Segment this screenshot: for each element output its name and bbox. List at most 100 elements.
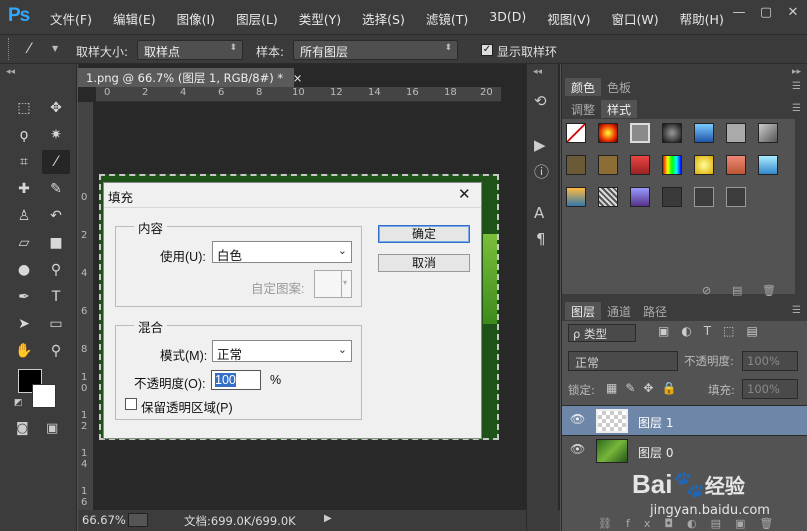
info-panel-icon[interactable]: ⓘ <box>534 161 549 182</box>
status-menu-arrow-icon[interactable]: ▶ <box>324 513 332 524</box>
stamp-tool-icon[interactable]: ♙ <box>10 204 38 228</box>
status-preview-icon[interactable] <box>128 513 148 527</box>
dialog-close-button[interactable]: ✕ <box>458 185 471 203</box>
style-swatch[interactable] <box>758 155 778 175</box>
close-window-button[interactable]: ✕ <box>784 6 802 20</box>
blur-tool-icon[interactable]: ● <box>10 258 38 282</box>
tab-layers[interactable]: 图层 <box>565 302 602 320</box>
style-swatch[interactable] <box>566 155 586 175</box>
layer-name[interactable]: 图层 0 <box>638 444 673 461</box>
dodge-tool-icon[interactable]: ⚲ <box>42 258 70 282</box>
menu-window[interactable]: 窗口(W) <box>612 9 659 28</box>
hand-tool-icon[interactable]: ✋ <box>10 339 38 363</box>
opacity-input[interactable]: 100 <box>211 370 261 390</box>
sample-size-select[interactable]: 取样点 ⬍ <box>137 40 243 60</box>
path-selection-tool-icon[interactable]: ➤ <box>10 312 38 336</box>
style-swatch[interactable] <box>598 123 618 143</box>
marquee-tool-icon[interactable]: ⬚ <box>10 96 38 120</box>
menu-image[interactable]: 图像(I) <box>177 9 215 28</box>
quick-mask-icon[interactable]: ◙ <box>16 421 29 436</box>
default-colors-icon[interactable]: ◩ <box>14 398 23 408</box>
mode-select[interactable]: 正常 ⌄ <box>212 340 352 362</box>
lock-icons[interactable]: ▦✎✥🔒 <box>606 381 684 395</box>
style-swatch[interactable] <box>662 155 682 175</box>
layer-name[interactable]: 图层 1 <box>638 414 673 431</box>
fill-input[interactable]: 100% <box>742 379 798 399</box>
style-swatch[interactable] <box>694 155 714 175</box>
background-color-swatch[interactable] <box>32 384 56 408</box>
style-swatch[interactable] <box>630 187 650 207</box>
history-brush-tool-icon[interactable]: ↶ <box>42 204 70 228</box>
cancel-button[interactable]: 取消 <box>378 254 470 272</box>
tab-paths[interactable]: 路径 <box>637 302 673 320</box>
character-panel-icon[interactable]: A <box>534 204 544 222</box>
clear-style-icon[interactable]: ⊘ <box>702 284 711 297</box>
style-swatch[interactable] <box>598 155 618 175</box>
gradient-tool-icon[interactable]: ■ <box>42 231 70 255</box>
brush-tool-icon[interactable]: ✎ <box>42 177 70 201</box>
preserve-transparency-checkbox[interactable] <box>125 398 137 410</box>
style-swatch[interactable] <box>630 123 650 143</box>
style-swatch[interactable] <box>726 155 746 175</box>
style-swatch[interactable] <box>726 187 746 207</box>
screen-mode-icon[interactable]: ▣ <box>46 421 58 436</box>
menu-help[interactable]: 帮助(H) <box>680 9 724 28</box>
new-style-icon[interactable]: ▤ <box>732 284 742 297</box>
history-panel-icon[interactable]: ⟲ <box>534 92 547 110</box>
layer-footer-icons[interactable]: ⛓fx◘◐▤▣🗑 <box>598 517 787 530</box>
panel-menu-icon[interactable]: ☰ <box>792 103 801 114</box>
layer-opacity-input[interactable]: 100% <box>742 351 798 371</box>
tab-styles[interactable]: 样式 <box>601 100 638 118</box>
style-swatch[interactable] <box>726 123 746 143</box>
tab-swatches[interactable]: 色板 <box>601 78 637 96</box>
style-swatch[interactable] <box>598 187 618 207</box>
type-tool-icon[interactable]: T <box>42 285 70 309</box>
menu-3d[interactable]: 3D(D) <box>489 9 526 28</box>
collapse-icon[interactable]: ◂◂ <box>6 67 15 77</box>
eye-icon[interactable]: 👁 <box>570 442 585 456</box>
style-swatch[interactable] <box>662 187 682 207</box>
use-select[interactable]: 白色 ⌄ <box>212 241 352 263</box>
paragraph-panel-icon[interactable]: ¶ <box>536 230 546 248</box>
actions-panel-icon[interactable]: ▶ <box>534 136 546 154</box>
sample-select[interactable]: 所有图层 ⬍ <box>293 40 458 60</box>
style-swatch[interactable] <box>694 123 714 143</box>
tab-channels[interactable]: 通道 <box>601 302 637 320</box>
zoom-level[interactable]: 66.67% <box>82 513 126 527</box>
layer-row[interactable]: 👁 图层 0 <box>562 435 807 465</box>
maximize-button[interactable]: ▢ <box>757 6 775 20</box>
menu-type[interactable]: 类型(Y) <box>299 9 341 28</box>
shape-tool-icon[interactable]: ▭ <box>42 312 70 336</box>
show-ring-checkbox[interactable]: ✓ <box>481 44 493 56</box>
eraser-tool-icon[interactable]: ▱ <box>10 231 38 255</box>
style-swatch[interactable] <box>694 187 714 207</box>
layer-row[interactable]: 👁 图层 1 <box>562 405 807 435</box>
style-none-swatch[interactable] <box>566 123 586 143</box>
delete-style-icon[interactable]: 🗑 <box>762 284 776 297</box>
blend-mode-select[interactable]: 正常 <box>568 351 678 371</box>
custom-pattern-picker[interactable]: ▾ <box>314 270 352 298</box>
pen-tool-icon[interactable]: ✒ <box>10 285 38 309</box>
minimize-button[interactable]: — <box>730 6 748 20</box>
style-swatch[interactable] <box>566 187 586 207</box>
menu-view[interactable]: 视图(V) <box>547 9 590 28</box>
ok-button[interactable]: 确定 <box>378 225 470 243</box>
style-swatch[interactable] <box>630 155 650 175</box>
move-tool-icon[interactable]: ✥ <box>42 96 70 120</box>
menu-select[interactable]: 选择(S) <box>362 9 405 28</box>
menu-filter[interactable]: 滤镜(T) <box>426 9 468 28</box>
collapse-panel-icon[interactable]: ▸▸ <box>792 67 801 77</box>
style-swatch[interactable] <box>662 123 682 143</box>
close-tab-icon[interactable]: × <box>293 71 303 85</box>
menu-file[interactable]: 文件(F) <box>50 9 92 28</box>
tab-color[interactable]: 颜色 <box>565 78 602 96</box>
style-swatch[interactable] <box>758 123 778 143</box>
layer-filter-icons[interactable]: ▣◐T⬚▤ <box>658 324 770 338</box>
chevron-down-icon[interactable]: ▼ <box>52 44 58 53</box>
eye-icon[interactable]: 👁 <box>570 412 585 426</box>
collapse-icon[interactable]: ◂◂ <box>533 67 542 77</box>
eyedropper-preset-icon[interactable]: ⁄ <box>28 41 30 57</box>
healing-brush-tool-icon[interactable]: ✚ <box>10 177 38 201</box>
lasso-tool-icon[interactable]: ϙ <box>10 123 38 147</box>
panel-menu-icon[interactable]: ☰ <box>792 81 801 92</box>
